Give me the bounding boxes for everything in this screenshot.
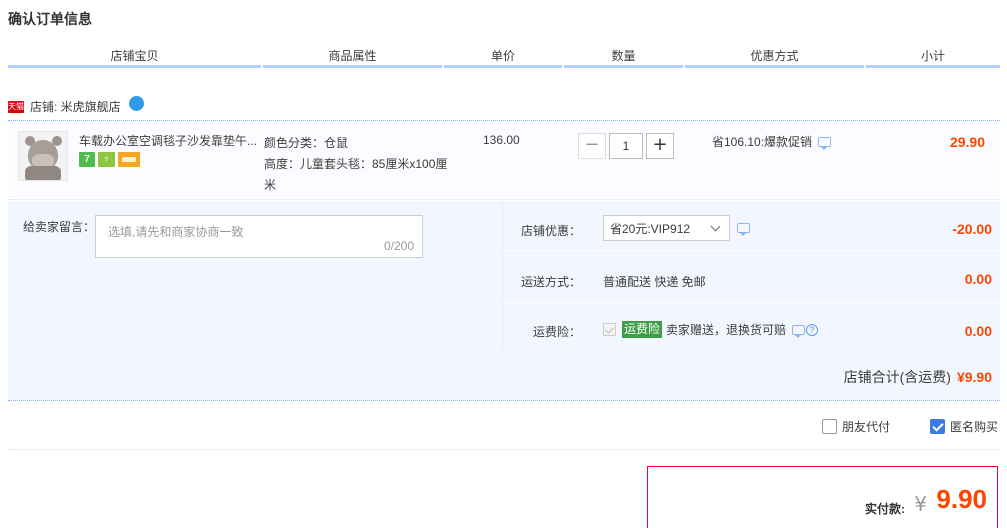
column-subtotal: 小计 <box>866 48 1000 68</box>
promotion-text: 省106.10:爆款促销 <box>712 135 813 149</box>
quantity-stepper: − + <box>578 133 674 159</box>
purchase-options: 朋友代付 匿名购买 <box>8 403 1000 450</box>
discount-amount: -20.00 <box>952 221 992 237</box>
attr-height: 高度：儿童套头毯：85厘米x100厘米 <box>264 157 448 192</box>
discount-select[interactable]: 省20元:VIP912 <box>603 215 730 241</box>
column-unit-price: 单价 <box>444 48 562 68</box>
tmall-icon: 天猫 <box>8 100 24 113</box>
message-label: 给卖家留言： <box>23 220 96 234</box>
payment-summary: 实付款: ¥ 9.90 <box>647 466 998 528</box>
shop-header: 天猫 店铺: 米虎旗舰店 <box>8 96 144 115</box>
insurance-row: 运费险： 运费险 卖家赠送，退换货可赔 ? 0.00 <box>503 305 1000 355</box>
friend-pay-checkbox[interactable] <box>822 419 837 434</box>
message-placeholder: 选填,请先和商家协商一致 <box>108 225 244 239</box>
insurance-checkbox <box>603 323 616 336</box>
insurance-amount: 0.00 <box>964 323 992 339</box>
anonymous-label: 匿名购买 <box>950 420 999 434</box>
friend-pay-label: 朋友代付 <box>842 420 891 434</box>
guarantee-icon[interactable]: ♆ <box>98 152 115 167</box>
thumbnail-body <box>25 166 61 180</box>
shipping-row: 运送方式： 普通配送 快递 免邮 0.00 <box>503 253 1000 303</box>
credit-card-icon[interactable] <box>118 152 140 167</box>
discount-label: 店铺优惠： <box>520 224 581 238</box>
shop-discount-row: 店铺优惠： 省20元:VIP912 -20.00 <box>503 201 1000 251</box>
seven-day-return-icon[interactable]: 7 <box>79 152 95 167</box>
friend-pay-option[interactable]: 朋友代付 <box>822 418 890 435</box>
unit-price: 136.00 <box>483 133 520 147</box>
shipping-amount: 0.00 <box>964 271 992 287</box>
shipping-label: 运送方式： <box>520 275 581 289</box>
shipping-value: 普通配送 快递 免邮 <box>603 275 706 289</box>
discount-select-value: 省20元:VIP912 <box>610 221 691 236</box>
shop-total-label: 店铺合计(含运费) <box>843 369 951 385</box>
shop-total-value: ¥9.90 <box>956 369 992 385</box>
attr-color: 颜色分类：仓鼠 <box>264 136 349 150</box>
insurance-value: 运费险 卖家赠送，退换货可赔 ? <box>603 321 819 338</box>
payment-currency: ¥ <box>914 492 927 516</box>
payment-amount: 9.90 <box>936 484 987 514</box>
column-attributes: 商品属性 <box>263 48 442 68</box>
shop-name-link[interactable]: 店铺: 米虎旗舰店 <box>30 98 121 115</box>
anonymous-checkbox[interactable] <box>930 419 945 434</box>
promotion-info: 省106.10:爆款促销 <box>712 133 832 150</box>
item-subtotal: 29.90 <box>949 134 985 150</box>
chat-wangwang-icon[interactable] <box>128 96 144 111</box>
quantity-minus-button[interactable]: − <box>578 133 606 159</box>
product-attributes: 颜色分类：仓鼠 高度：儿童套头毯：85厘米x100厘米 <box>264 133 459 196</box>
help-icon[interactable]: ? <box>806 323 819 336</box>
discount-value: 省20元:VIP912 <box>603 215 750 241</box>
product-thumbnail[interactable] <box>18 131 68 181</box>
quantity-input[interactable] <box>609 133 643 159</box>
comment-icon[interactable] <box>792 324 806 338</box>
service-icons: 7 ♆ <box>79 152 140 167</box>
column-shop-item: 店铺宝贝 <box>8 48 261 68</box>
insurance-badge: 运费险 <box>622 321 663 338</box>
chevron-down-icon <box>710 221 721 232</box>
anonymous-option[interactable]: 匿名购买 <box>930 418 998 435</box>
order-details-box: 给卖家留言： 选填,请先和商家协商一致 0/200 店铺优惠： 省20元:VIP… <box>8 201 1000 401</box>
column-header: 店铺宝贝 商品属性 单价 数量 优惠方式 小计 <box>8 48 1000 68</box>
insurance-label: 运费险： <box>532 325 581 339</box>
insurance-text: 卖家赠送，退换货可赔 <box>666 323 787 337</box>
quantity-plus-button[interactable]: + <box>646 133 674 159</box>
payment-label: 实付款: <box>865 502 905 516</box>
comment-icon[interactable] <box>737 223 750 236</box>
order-item-row: 车载办公室空调毯子沙发靠垫午... 7 ♆ 颜色分类：仓鼠 高度：儿童套头毯：8… <box>8 120 1000 200</box>
comment-icon[interactable] <box>818 136 832 150</box>
page-title: 确认订单信息 <box>8 11 92 27</box>
shop-total: 店铺合计(含运费) ¥9.90 <box>844 367 992 387</box>
message-char-count: 0/200 <box>383 239 414 253</box>
seller-message-input[interactable]: 选填,请先和商家协商一致 0/200 <box>95 215 423 258</box>
product-title-link[interactable]: 车载办公室空调毯子沙发靠垫午... <box>79 133 259 149</box>
column-promotion: 优惠方式 <box>685 48 864 68</box>
column-quantity: 数量 <box>564 48 683 68</box>
